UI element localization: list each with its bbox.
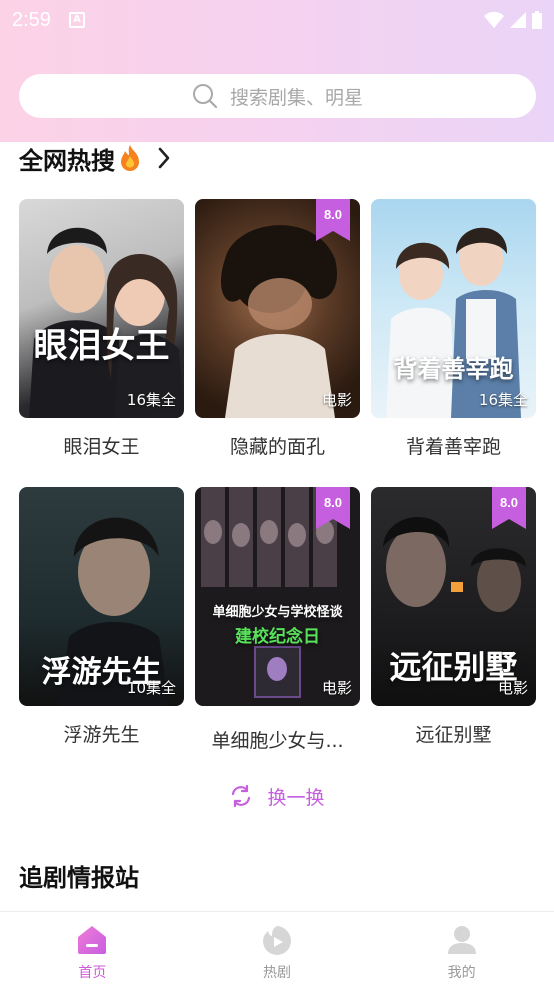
battery-icon	[532, 11, 542, 29]
tab-hot-drama[interactable]: 热剧	[185, 912, 370, 985]
wifi-icon	[484, 11, 504, 28]
play-icon	[263, 926, 291, 955]
rating-badge: 8.0	[316, 199, 350, 241]
rating-value: 8.0	[500, 495, 518, 510]
user-icon	[447, 926, 476, 954]
search-placeholder: 搜索剧集、明星	[229, 86, 363, 109]
poster-image: 背着善宰跑 16集全	[371, 199, 536, 418]
hot-search-title: 全网热搜	[19, 146, 115, 175]
tab-profile[interactable]: 我的	[369, 912, 554, 985]
status-bar: 2:59 A	[0, 0, 554, 40]
search-bar[interactable]: 搜索剧集、明星	[19, 74, 536, 118]
drama-card[interactable]: 背着善宰跑 16集全 背着善宰跑	[371, 199, 536, 459]
card-title: 远征别墅	[415, 724, 492, 746]
episode-tag: 16集全	[478, 391, 528, 409]
tab-profile-label: 我的	[447, 965, 476, 981]
bottom-tab-bar: 首页 热剧 我的	[0, 911, 554, 985]
search-icon	[192, 84, 218, 109]
poster-title-art: 背着善宰跑	[393, 355, 514, 383]
card-title: 背着善宰跑	[405, 436, 501, 458]
episode-tag: 10集全	[126, 679, 176, 697]
fire-icon	[121, 145, 139, 171]
drama-card[interactable]: 浮游先生 10集全 浮游先生	[19, 487, 184, 747]
rating-badge: 8.0	[492, 487, 526, 529]
card-title: 浮游先生	[63, 724, 140, 746]
poster-art	[386, 227, 521, 418]
poster-art	[29, 227, 184, 418]
card-title: 眼泪女王	[63, 436, 140, 458]
chevron-right-icon	[158, 147, 170, 169]
poster-image: 8.0 远征别墅 电影	[371, 487, 536, 706]
rating-value: 8.0	[324, 207, 342, 222]
drama-card[interactable]: 8.0 电影 隐藏的面孔	[195, 199, 360, 459]
rating-badge: 8.0	[316, 487, 350, 529]
poster-image: 8.0 电影	[195, 199, 360, 418]
type-tag: 电影	[321, 679, 352, 697]
status-time: 2:59	[12, 8, 51, 31]
cell-signal-icon	[510, 12, 526, 28]
rating-value: 8.0	[324, 495, 342, 510]
news-section-title: 追剧情报站	[19, 864, 139, 892]
poster-image: 眼泪女王 16集全	[19, 199, 184, 418]
tab-home[interactable]: 首页	[0, 912, 185, 985]
tab-home-label: 首页	[78, 965, 107, 981]
refresh-label: 换一换	[267, 786, 325, 809]
drama-card[interactable]: 8.0 远征别墅 电影 远征别墅	[371, 487, 536, 747]
poster-image: 浮游先生 10集全	[19, 487, 184, 706]
hot-search-header[interactable]: 全网热搜	[19, 140, 171, 176]
card-title: 单细胞少女与...	[211, 730, 344, 752]
drama-card[interactable]: 眼泪女王 16集全 眼泪女王	[19, 199, 184, 459]
type-tag: 电影	[321, 391, 352, 409]
poster-image: 8.0 单细胞少女与学校怪谈 建校纪念日 电影	[195, 487, 360, 706]
home-icon	[78, 926, 107, 954]
notification-app-icon: A	[68, 12, 85, 28]
poster-title-art: 眼泪女王	[33, 326, 170, 366]
poster-subtitle-art: 单细胞少女与学校怪谈	[212, 605, 343, 620]
episode-tag: 16集全	[126, 391, 176, 409]
type-tag: 电影	[497, 679, 528, 697]
tab-hot-drama-label: 热剧	[263, 965, 291, 981]
drama-card[interactable]: 8.0 单细胞少女与学校怪谈 建校纪念日 电影 单细胞少女与...	[195, 487, 360, 753]
refresh-icon	[232, 784, 251, 808]
card-title: 隐藏的面孔	[229, 436, 325, 458]
refresh-button[interactable]: 换一换	[0, 778, 554, 814]
poster-title-art: 建校纪念日	[235, 627, 320, 647]
